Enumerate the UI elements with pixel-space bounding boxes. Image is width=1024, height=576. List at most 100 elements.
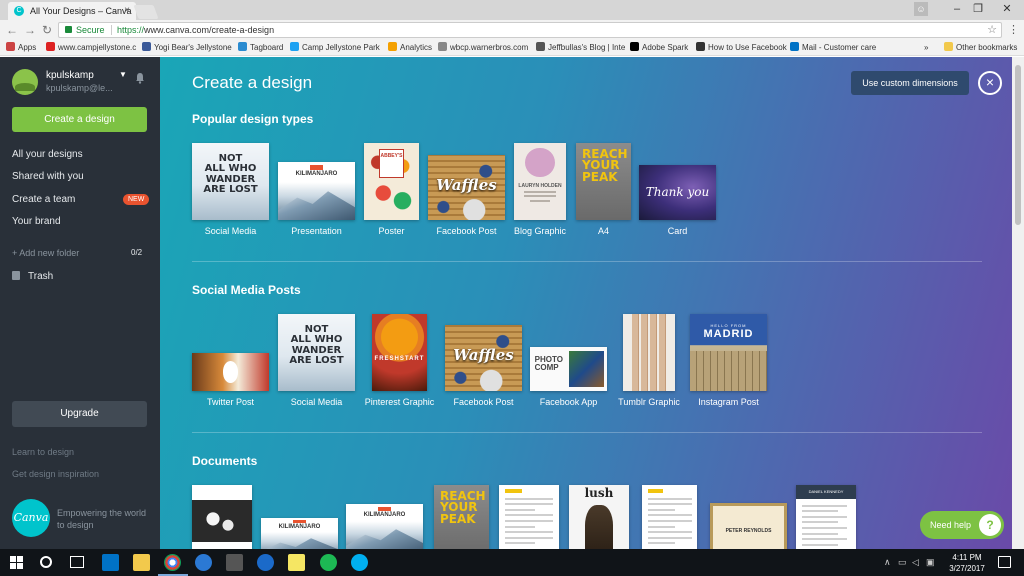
design-thumbnail[interactable]: KILIMANJARO <box>261 518 338 549</box>
design-thumbnail[interactable]: LAURYN HOLDEN <box>514 143 566 220</box>
profile-icon[interactable]: ☺ <box>914 2 928 16</box>
design-thumbnail[interactable]: NOT ALL WHO WANDER ARE LOST <box>278 314 355 391</box>
bookmark-item[interactable]: wbcp.warnerbros.com <box>438 42 528 54</box>
bookmark-item[interactable]: www.campjellystone.c <box>46 42 136 54</box>
design-thumbnail[interactable]: NOT ALL WHO WANDER ARE LOST <box>192 143 269 220</box>
design-thumbnail[interactable]: DANIEL KENNEDY <box>796 485 856 549</box>
sidebar-item-trash[interactable]: Trash <box>12 271 53 282</box>
sidebar-item-your-brand[interactable]: Your brand <box>12 216 61 227</box>
design-thumbnail[interactable]: PHOTO COMP <box>530 347 607 391</box>
search-icon[interactable] <box>40 556 52 568</box>
outlook-icon[interactable] <box>102 554 119 571</box>
design-thumbnail[interactable]: KILIMANJARO <box>278 162 355 220</box>
canva-logo[interactable]: Canva <box>12 499 50 537</box>
tab-close-icon[interactable]: × <box>124 5 130 16</box>
custom-dimensions-button[interactable]: Use custom dimensions <box>851 71 969 95</box>
design-type-label[interactable]: Presentation <box>291 226 342 236</box>
design-inspiration-link[interactable]: Get design inspiration <box>12 469 99 479</box>
action-center-icon[interactable] <box>998 556 1011 568</box>
internet-explorer-icon[interactable] <box>195 554 212 571</box>
back-arrow-icon[interactable]: ← <box>6 23 18 37</box>
spotify-icon[interactable] <box>320 554 337 571</box>
bookmark-item[interactable]: Apps <box>6 42 36 54</box>
window-close-button[interactable]: ✕ <box>990 0 1024 20</box>
account-dropdown-icon[interactable]: ▼ <box>119 70 127 79</box>
design-type-label[interactable]: Card <box>668 226 688 236</box>
design-type-label[interactable]: Blog Graphic <box>514 226 566 236</box>
bookmark-item[interactable]: Jeffbullas's Blog | Inte <box>536 42 625 54</box>
bookmark-item[interactable]: Adobe Spark <box>630 42 688 54</box>
volume-icon[interactable]: ◁ <box>912 557 919 568</box>
skype-icon[interactable] <box>351 554 368 571</box>
design-thumbnail[interactable] <box>499 485 559 549</box>
design-type-label[interactable]: Tumblr Graphic <box>618 397 680 407</box>
new-tab-button[interactable] <box>133 5 159 19</box>
design-thumbnail[interactable]: KILIMANJARO <box>346 504 423 549</box>
design-thumbnail[interactable] <box>192 485 252 549</box>
design-type-label[interactable]: Pinterest Graphic <box>365 397 435 407</box>
design-thumbnail[interactable]: Waffles <box>428 155 505 220</box>
close-panel-button[interactable]: × <box>978 71 1002 95</box>
network-icon[interactable]: ▭ <box>898 557 907 568</box>
avatar[interactable] <box>12 69 38 95</box>
design-thumbnail[interactable]: PETER REYNOLDS <box>710 503 787 549</box>
reload-icon[interactable]: ↻ <box>42 23 52 37</box>
bookmarks-overflow-button[interactable]: » <box>924 42 928 54</box>
design-thumbnail[interactable]: lush <box>569 485 629 549</box>
file-explorer-icon[interactable] <box>133 554 150 571</box>
bookmark-item[interactable]: Yogi Bear's Jellystone <box>142 42 232 54</box>
sticky-notes-icon[interactable] <box>288 554 305 571</box>
page-scrollbar[interactable] <box>1012 57 1024 549</box>
text-line <box>524 190 556 193</box>
scrollbar-thumb[interactable] <box>1015 65 1021 225</box>
design-type-label[interactable]: Poster <box>378 226 404 236</box>
design-type-label[interactable]: Instagram Post <box>698 397 759 407</box>
add-folder-link[interactable]: + Add new folder <box>12 248 147 258</box>
bookmark-item[interactable]: Tagboard <box>238 42 283 54</box>
create-design-button[interactable]: Create a design <box>12 107 147 132</box>
username[interactable]: kpulskamp <box>46 70 94 81</box>
design-type-label[interactable]: Facebook Post <box>436 226 496 236</box>
bookmark-star-icon[interactable]: ☆ <box>987 23 997 37</box>
design-thumbnail[interactable]: REACH YOUR PEAK <box>434 485 489 549</box>
learn-to-design-link[interactable]: Learn to design <box>12 447 74 457</box>
design-thumbnail[interactable] <box>642 485 697 549</box>
design-thumbnail[interactable]: Waffles <box>445 325 522 391</box>
design-type-label[interactable]: Facebook Post <box>453 397 513 407</box>
other-bookmarks[interactable]: Other bookmarks <box>944 42 1017 54</box>
sidebar-item-all-designs[interactable]: All your designs <box>12 149 83 160</box>
store-icon[interactable] <box>226 554 243 571</box>
design-thumbnail[interactable]: REACH YOUR PEAK <box>576 143 631 220</box>
system-clock[interactable]: 4:11 PM 3/27/2017 <box>943 552 991 574</box>
windows-start-icon[interactable] <box>10 556 23 569</box>
url-input[interactable]: Secure https://www.canva.com/create-a-de… <box>58 22 1002 38</box>
design-type-label[interactable]: A4 <box>598 226 609 236</box>
need-help-button[interactable]: Need help ? <box>920 511 1004 539</box>
sidebar-item-create-team[interactable]: Create a team <box>12 194 75 205</box>
design-thumbnail[interactable] <box>192 353 269 391</box>
browser-tab[interactable]: C All Your Designs – Canva × <box>8 2 136 20</box>
design-thumbnail[interactable]: Thank you <box>639 165 716 220</box>
design-type-label[interactable]: Social Media <box>291 397 343 407</box>
forward-arrow-icon[interactable]: → <box>24 23 36 37</box>
edge-icon[interactable] <box>257 554 274 571</box>
bookmark-item[interactable]: Mail - Customer care <box>790 42 876 54</box>
tray-chevron-icon[interactable]: ∧ <box>884 557 891 568</box>
keyboard-icon[interactable]: ▣ <box>926 557 935 568</box>
design-type-label[interactable]: Social Media <box>205 226 257 236</box>
browser-menu-icon[interactable]: ⋮ <box>1008 23 1019 36</box>
chrome-icon[interactable] <box>164 554 181 571</box>
upgrade-button[interactable]: Upgrade <box>12 401 147 427</box>
design-thumbnail[interactable] <box>623 314 675 391</box>
design-thumbnail[interactable]: ABBEY'S <box>364 143 419 220</box>
sidebar-item-shared[interactable]: Shared with you <box>12 171 84 182</box>
design-type-label[interactable]: Facebook App <box>540 397 598 407</box>
design-type-label[interactable]: Twitter Post <box>207 397 254 407</box>
design-thumbnail[interactable]: FRESHSTART <box>372 314 427 391</box>
bookmark-item[interactable]: Camp Jellystone Park <box>290 42 380 54</box>
notifications-bell-icon[interactable] <box>134 72 146 84</box>
bookmark-item[interactable]: How to Use Facebook <box>696 42 787 54</box>
task-view-icon[interactable] <box>70 556 84 568</box>
bookmark-item[interactable]: Analytics <box>388 42 432 54</box>
design-thumbnail[interactable]: HELLO FROM MADRID <box>690 314 767 391</box>
